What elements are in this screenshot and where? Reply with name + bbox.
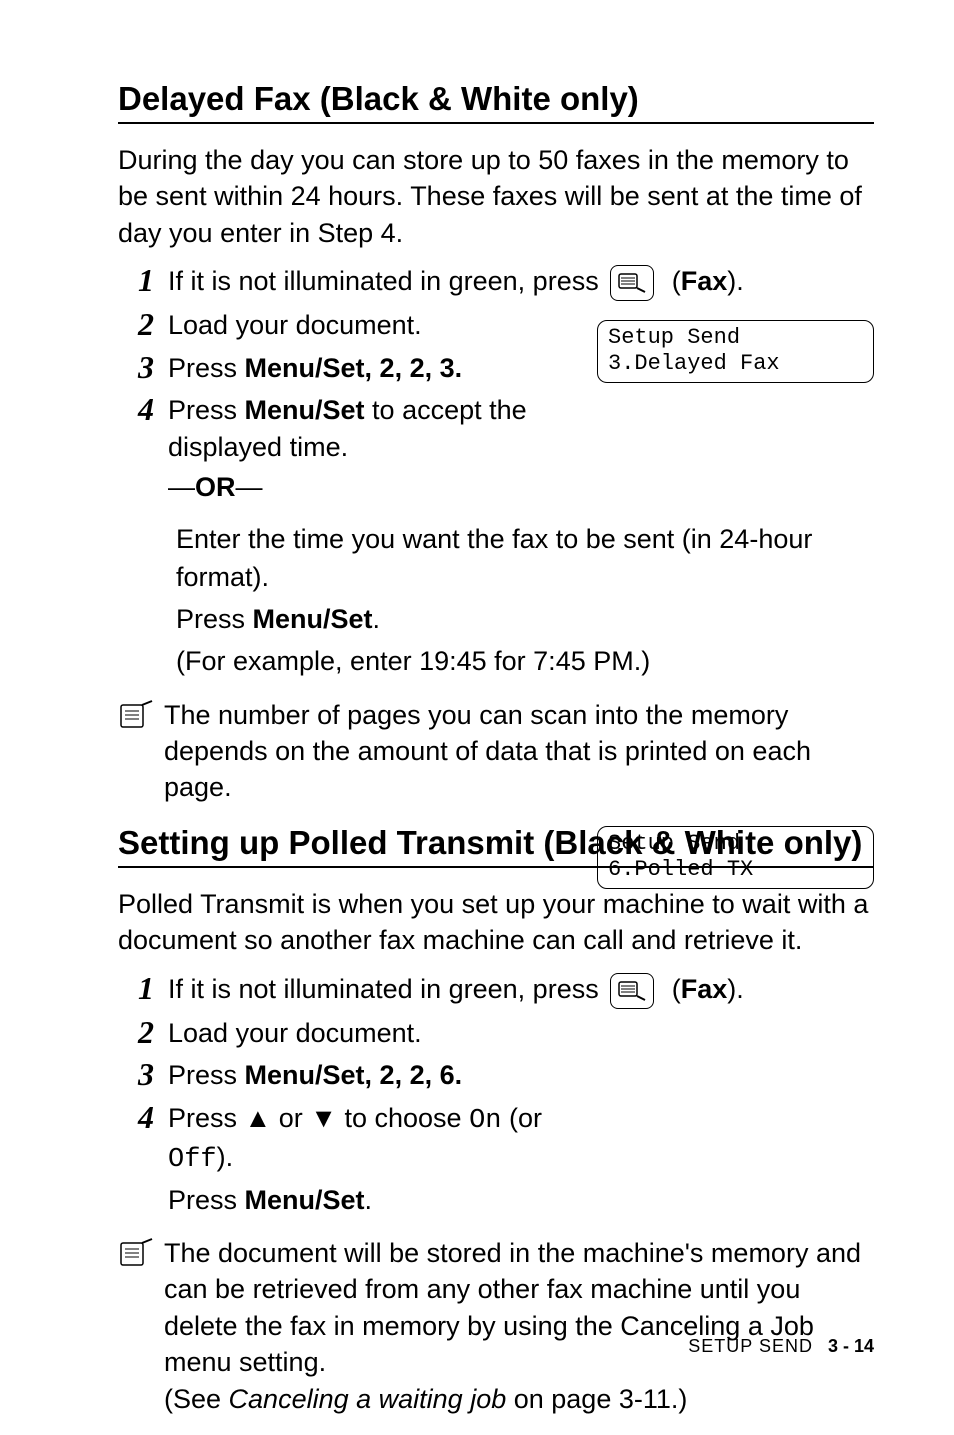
footer-page: 3 - 14 <box>828 1336 874 1356</box>
or-label: OR <box>195 472 236 502</box>
lcd-line1: Setup Send <box>608 325 740 350</box>
fax-icon <box>617 978 647 1004</box>
value-on: On <box>469 1106 501 1136</box>
after-line-2: Press Menu/Set. <box>176 601 874 639</box>
step-body: Press Menu/Set to accept the displayed t… <box>168 392 598 511</box>
fax-icon <box>617 270 647 296</box>
after-line-3: (For example, enter 19:45 for 7:45 PM.) <box>176 643 874 681</box>
dash: — <box>168 472 195 502</box>
steps-delayed-fax: 1 If it is not illuminated in green, pre… <box>118 263 874 511</box>
section-rule <box>118 122 874 124</box>
text: . <box>373 604 381 634</box>
text: Press ▲ or ▼ to choose <box>168 1103 469 1133</box>
step-body: Press ▲ or ▼ to choose On (or Off). Pres… <box>168 1100 598 1219</box>
step-3: 3 Press Menu/Set, 2, 2, 6. <box>130 1057 874 1093</box>
step-body: If it is not illuminated in green, press… <box>168 263 874 301</box>
step-number: 3 <box>130 1057 154 1092</box>
step-number: 3 <box>130 350 154 385</box>
fax-label: Fax <box>681 974 728 1004</box>
lcd-line1: Setup Send <box>608 831 740 856</box>
key-name: Menu/Set <box>245 395 365 425</box>
step-body: If it is not illuminated in green, press… <box>168 971 874 1009</box>
steps-polled: 1 If it is not illuminated in green, pre… <box>118 971 874 1219</box>
step-number: 1 <box>130 971 154 1006</box>
or-separator: —OR— <box>168 469 598 505</box>
page-footer: SETUP SEND 3 - 14 <box>688 1336 874 1357</box>
fax-label: Fax <box>681 266 728 296</box>
step-4: 4 Press ▲ or ▼ to choose On (or Off). Pr… <box>130 1100 874 1219</box>
lcd-display-polled: Setup Send 6.Polled TX <box>597 826 874 889</box>
note-polled: The document will be stored in the machi… <box>118 1235 874 1417</box>
intro-polled-transmit: Polled Transmit is when you set up your … <box>118 886 874 959</box>
text: (or <box>501 1103 542 1133</box>
step-4-line-2: Press Menu/Set. <box>168 1182 598 1218</box>
note-text: The number of pages you can scan into th… <box>164 697 874 806</box>
note-line-2-pre: (See <box>164 1384 229 1414</box>
heading-delayed-fax: Delayed Fax (Black & White only) <box>118 80 874 118</box>
note-delayed-fax: The number of pages you can scan into th… <box>118 697 874 806</box>
lcd-display-delayed-fax: Setup Send 3.Delayed Fax <box>597 320 874 383</box>
step-4: 4 Press Menu/Set to accept the displayed… <box>130 392 874 511</box>
step-body: Press Menu/Set, 2, 2, 6. <box>168 1057 874 1093</box>
key-sequence: , 2, 2, 6. <box>365 1060 463 1090</box>
text: Press <box>168 1185 245 1215</box>
lcd-line2: 6.Polled TX <box>608 857 753 882</box>
fax-button-icon <box>610 973 654 1009</box>
key-name: Menu/Set <box>253 604 373 634</box>
key-name: Menu/Set <box>245 1060 365 1090</box>
text: Press <box>168 353 245 383</box>
note-icon <box>118 1237 158 1278</box>
after-steps-block: Enter the time you want the fax to be se… <box>176 521 874 680</box>
note-text: The document will be stored in the machi… <box>164 1235 874 1417</box>
step-number: 4 <box>130 1100 154 1135</box>
note-line-2-post: on page 3-11.) <box>506 1384 687 1414</box>
step-1: 1 If it is not illuminated in green, pre… <box>130 263 874 301</box>
step-number: 1 <box>130 263 154 298</box>
step-number: 2 <box>130 1015 154 1050</box>
lcd-line2: 3.Delayed Fax <box>608 351 780 376</box>
step-2: 2 Load your document. <box>130 1015 874 1051</box>
note-icon <box>118 699 158 740</box>
key-name: Menu/Set <box>245 1185 365 1215</box>
step-number: 4 <box>130 392 154 427</box>
text: Press <box>168 1060 245 1090</box>
note-line-2-em: Canceling a waiting job <box>229 1384 507 1414</box>
value-off: Off <box>168 1145 217 1175</box>
intro-delayed-fax: During the day you can store up to 50 fa… <box>118 142 874 251</box>
text: ). <box>217 1142 234 1172</box>
dash: — <box>236 472 263 502</box>
after-line-1: Enter the time you want the fax to be se… <box>176 521 874 597</box>
step-body: Load your document. <box>168 1015 874 1051</box>
step-1: 1 If it is not illuminated in green, pre… <box>130 971 874 1009</box>
key-name: Menu/Set <box>245 353 365 383</box>
text: If it is not illuminated in green, press <box>168 266 606 296</box>
text: If it is not illuminated in green, press <box>168 974 606 1004</box>
footer-section: SETUP SEND <box>688 1336 813 1356</box>
text: Press <box>176 604 253 634</box>
step-number: 2 <box>130 307 154 342</box>
key-sequence: , 2, 2, 3. <box>365 353 463 383</box>
text: . <box>365 1185 373 1215</box>
fax-button-icon <box>610 265 654 301</box>
text: Press <box>168 395 245 425</box>
